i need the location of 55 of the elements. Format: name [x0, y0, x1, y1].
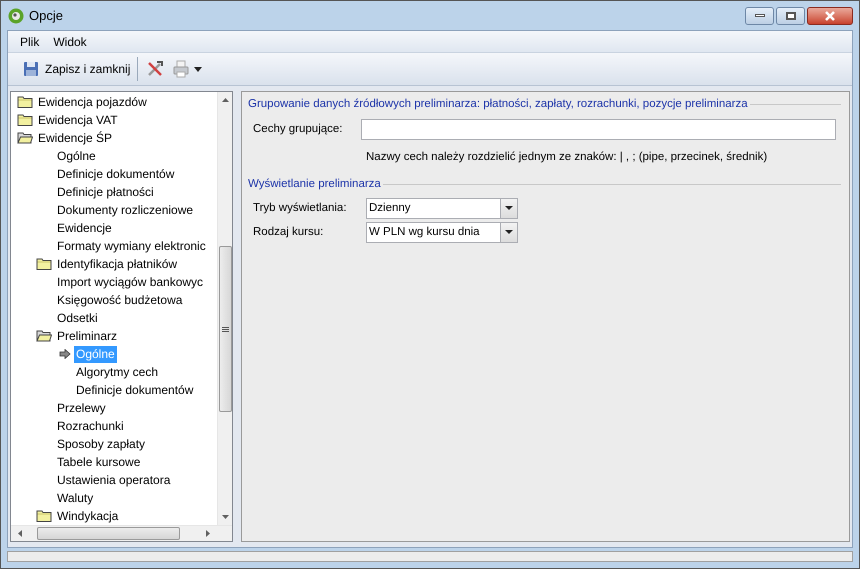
tree-folder[interactable]: Ewidencja VAT	[36, 112, 120, 128]
close-icon	[824, 10, 836, 20]
tree-item[interactable]: Sposoby zapłaty	[55, 436, 148, 452]
tree-item[interactable]: Waluty	[55, 490, 96, 506]
field-label: Rodzaj kursu:	[253, 224, 324, 240]
vertical-scrollbar[interactable]	[217, 92, 232, 525]
tree-item[interactable]: Definicje płatności	[55, 184, 156, 200]
dropdown-arrow-icon	[505, 206, 513, 210]
tree-item[interactable]: Odsetki	[55, 310, 100, 326]
group-title: Wyświetlanie preliminarza	[248, 176, 381, 192]
dropdown-arrow-icon	[505, 230, 513, 234]
tree-item[interactable]: Ustawienia operatora	[55, 472, 172, 488]
menu-item[interactable]: Plik	[14, 32, 46, 52]
scroll-up-icon[interactable]	[222, 98, 228, 102]
scroll-down-icon[interactable]	[222, 515, 228, 519]
tree-item[interactable]: Algorytmy cech	[74, 364, 160, 380]
tree-folder[interactable]: Windykacja	[55, 508, 120, 524]
close-button[interactable]	[807, 6, 853, 24]
scroll-right-icon[interactable]	[206, 530, 210, 537]
save-close-button[interactable]: Zapisz i zamknij	[20, 57, 134, 81]
tree-item[interactable]: Ewidencje	[55, 220, 114, 236]
tree-folder[interactable]: Preliminarz	[55, 328, 120, 344]
tree-folder[interactable]: Ewidencje ŚP	[36, 130, 114, 146]
tree-item[interactable]: Definicje dokumentów	[55, 166, 176, 182]
dropdown[interactable]: Dzienny	[366, 198, 518, 219]
minimize-button[interactable]	[745, 6, 774, 24]
tree-folder[interactable]: Ewidencja pojazdów	[36, 94, 149, 110]
tree-item[interactable]: Przelewy	[55, 400, 108, 416]
scroll-left-icon[interactable]	[18, 530, 22, 537]
arrow-icon	[59, 349, 71, 359]
input-field[interactable]	[361, 119, 836, 140]
horizontal-scrollbar[interactable]	[11, 525, 232, 541]
window-title: Opcje	[29, 6, 63, 25]
tree-item[interactable]: Dokumenty rozliczeniowe	[55, 202, 196, 218]
dropdown[interactable]: W PLN wg kursu dnia	[366, 222, 518, 243]
tree-item[interactable]: Ogólne	[55, 148, 98, 164]
tree-item[interactable]: Księgowość budżetowa	[55, 292, 184, 308]
tools-icon[interactable]	[146, 60, 164, 78]
dropdown-arrow-icon[interactable]	[194, 66, 202, 72]
maximize-icon	[786, 12, 796, 20]
grip-icon	[222, 326, 228, 332]
tree-item[interactable]: Import wyciągów bankowyc	[55, 274, 206, 290]
app-icon	[8, 8, 24, 24]
maximize-button[interactable]	[776, 6, 805, 24]
tree-folder[interactable]: Identyfikacja płatników	[55, 256, 180, 272]
menu-item[interactable]: Widok	[47, 32, 93, 52]
field-label: Cechy grupujące:	[253, 122, 344, 138]
hint-text: Nazwy cech należy rozdzielić jednym ze znaków: | , ; (pipe, przecinek, średnik)	[366, 151, 768, 164]
tree-item[interactable]: Tabele kursowe	[55, 454, 142, 470]
field-label: Tryb wyświetlania:	[253, 200, 348, 216]
minimize-icon	[754, 14, 764, 17]
tree-item[interactable]: Rozrachunki	[55, 418, 126, 434]
tree-item[interactable]: Formaty wymiany elektronic	[55, 238, 208, 254]
tree-item[interactable]: Definicje dokumentów	[74, 382, 196, 398]
group-title: Grupowanie danych źródłowych preliminarza: płatności, zapłaty, rozrachunki, pozycje preliminarza	[248, 97, 748, 112]
